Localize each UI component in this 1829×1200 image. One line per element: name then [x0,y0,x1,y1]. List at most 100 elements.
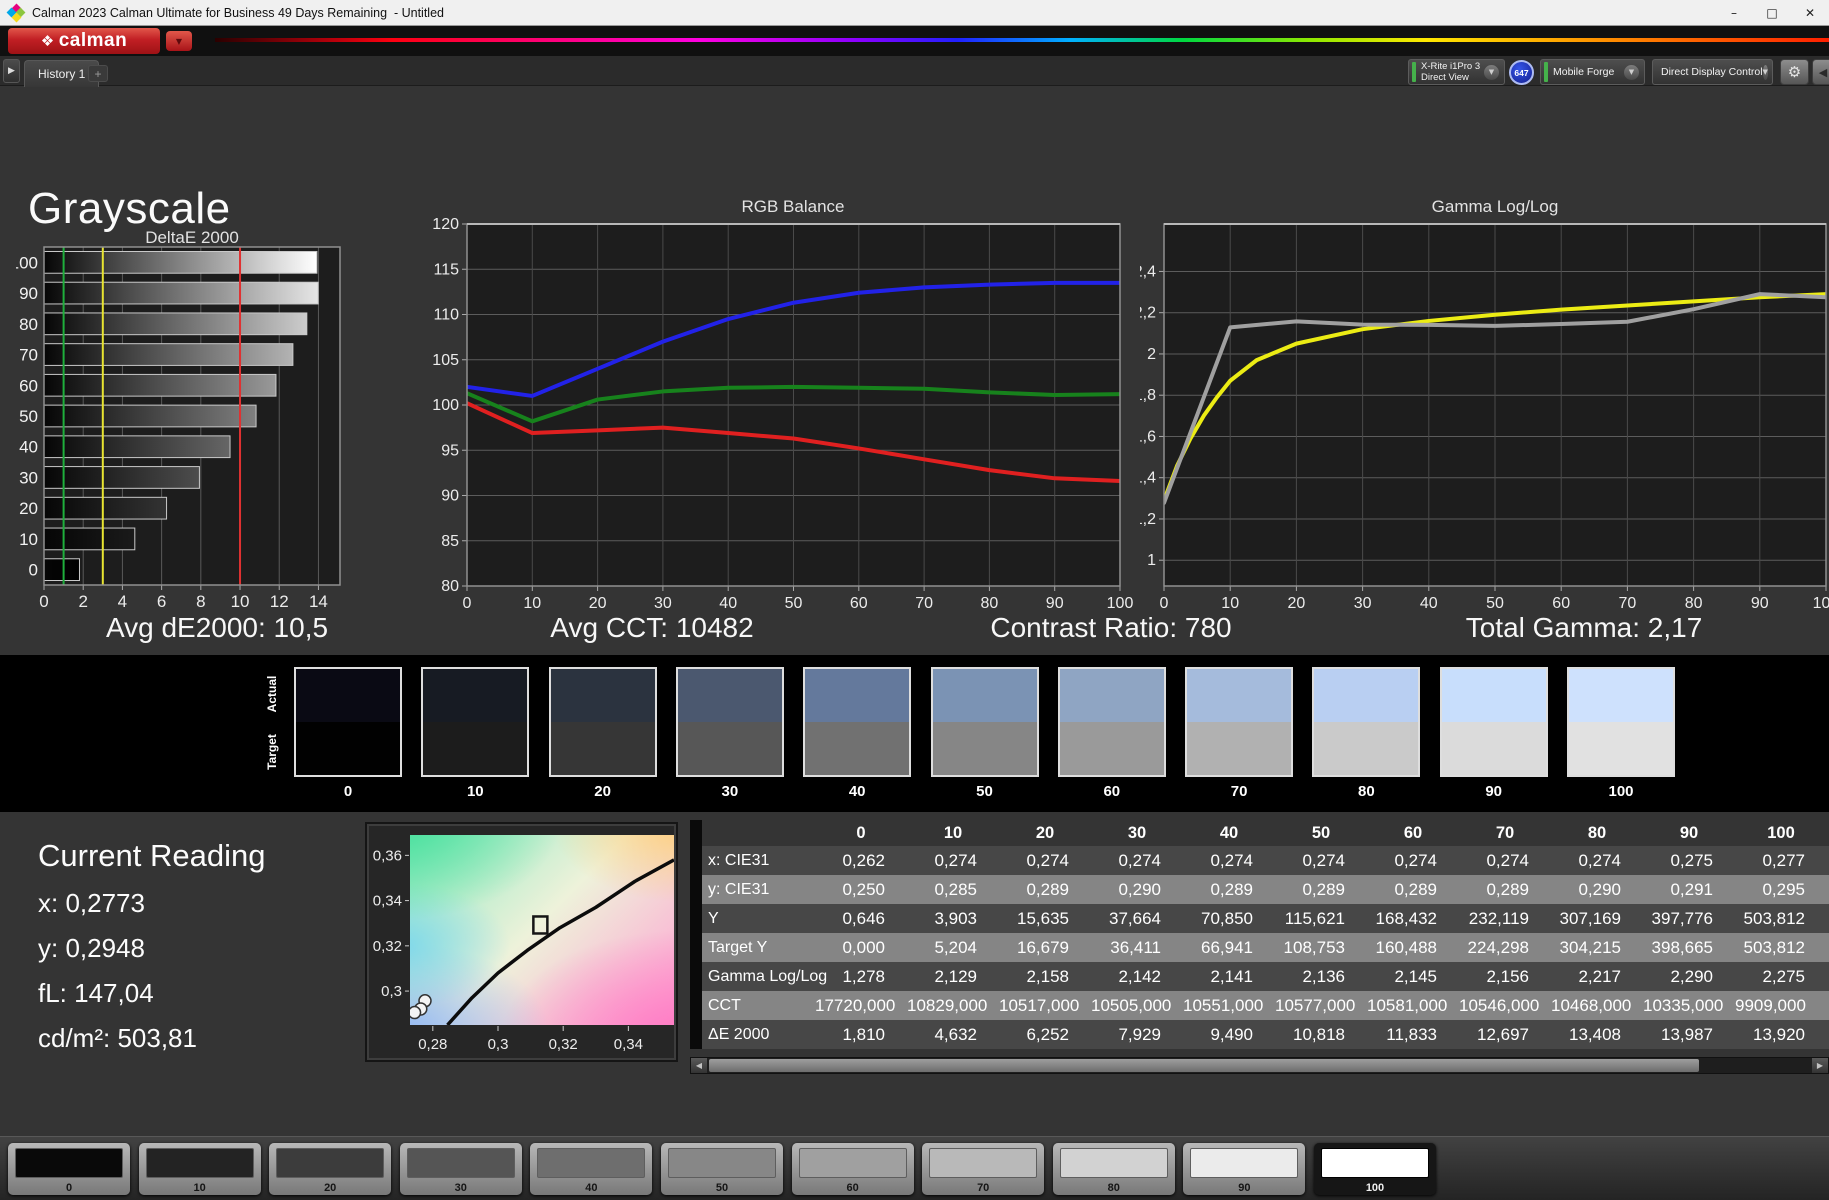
swatch-10 [421,667,530,777]
svg-text:4: 4 [118,592,127,611]
svg-text:50: 50 [1486,595,1504,612]
patch-label: 90 [1238,1182,1251,1194]
patch-button-90[interactable]: 90 [1183,1143,1306,1195]
patch-label: 50 [715,1182,729,1194]
patch-label: 80 [1107,1182,1120,1194]
swatch-70 [1185,667,1294,777]
table-cell: 0,262 [842,850,885,870]
scroll-right-button[interactable]: ▶ [1812,1058,1828,1073]
swatch-label: 0 [343,783,353,800]
scrollbar-thumb[interactable] [709,1059,1699,1072]
layout-expander-button[interactable]: ▶ [3,59,20,83]
source-dropdown-label: Mobile Forge [1553,66,1615,78]
svg-text:40: 40 [1420,595,1438,612]
table-cell: 232,119 [1468,908,1529,928]
patch-button-0[interactable]: 0 [8,1143,130,1195]
swatch-label: 40 [848,783,866,800]
table-scrollbar[interactable]: ◀ ▶ [690,1057,1829,1074]
swatch-actual [1441,669,1546,722]
swatch-90 [1439,667,1548,777]
table-cell: 2,141 [1210,966,1253,986]
table-row-label: Gamma Log/Log [708,967,828,985]
svg-text:80: 80 [19,315,38,334]
patch-button-30[interactable]: 30 [399,1143,522,1195]
swatch-label: 70 [1230,783,1248,800]
table-cell: 398,665 [1651,937,1713,957]
patch-button-60[interactable]: 60 [791,1143,914,1195]
svg-text:20: 20 [1288,595,1306,612]
scrollbar-track[interactable] [707,1058,1812,1073]
swatch-label: 30 [721,783,739,800]
swatch-actual [1187,669,1292,722]
svg-text:8: 8 [196,592,205,611]
swatch-30 [675,667,784,777]
stat-contrast-ratio: Contrast Ratio: 780 [990,612,1232,643]
source-status-bar [1544,62,1548,82]
svg-text:30: 30 [19,468,38,487]
table-cell: 11,833 [1386,1024,1437,1044]
table-cell: 160,488 [1375,937,1437,957]
table-cell: 10,818 [1293,1024,1345,1044]
svg-text:80: 80 [1685,595,1703,612]
stat-total-gamma: Total Gamma: 2,17 [1465,612,1703,643]
cie-chart-overlay: 0,3 0,32 0,34 0,36 0,28 0,3 0,32 0,34 [373,847,674,1053]
svg-text:2,4: 2,4 [1140,263,1156,280]
table-column-header: 50 [1311,823,1331,842]
swatch-target [1314,722,1419,775]
patch-swatch [929,1148,1038,1178]
svg-text:0,34: 0,34 [614,1036,643,1053]
patch-button-40[interactable]: 40 [530,1143,653,1195]
table-cell: 16,679 [1017,937,1069,957]
patch-swatch [145,1148,254,1178]
svg-text:30: 30 [654,595,672,612]
table-cell: 10581,000 [1367,995,1448,1015]
scroll-left-button[interactable]: ◀ [691,1058,707,1073]
patch-button-70[interactable]: 70 [922,1143,1045,1195]
spectrum-strip [215,38,1829,42]
table-cell: 70,850 [1201,908,1253,928]
calman-app-window: Calman 2023 Calman Ultimate for Business… [0,0,1829,1200]
svg-text:0,3: 0,3 [381,983,402,1000]
svg-text:20: 20 [19,499,38,518]
svg-text:10: 10 [523,595,541,612]
svg-text:70: 70 [19,346,38,365]
svg-text:90: 90 [1046,595,1064,612]
svg-text:0,3: 0,3 [488,1036,509,1053]
table-cell: 0,277 [1762,850,1805,870]
calman-app-icon [6,3,26,22]
table-column-header: 80 [1587,823,1607,842]
swatch-target [296,722,400,775]
table-cell: 9909,000 [1735,995,1806,1015]
svg-text:10: 10 [1221,595,1239,612]
calman-menu-arrow-button[interactable]: ▼ [166,31,192,51]
table-cell: 3,903 [934,908,977,928]
svg-text:60: 60 [850,595,868,612]
cie-chart-panel: 0,3 0,32 0,34 0,36 0,28 0,3 0,32 0,34 [365,822,678,1062]
add-tab-button[interactable]: + [88,65,108,82]
patch-button-20[interactable]: 20 [269,1143,392,1195]
minimize-button[interactable]: – [1715,0,1753,25]
display-control-dropdown[interactable]: Direct Display Control ▼ [1652,59,1773,85]
patch-swatch [276,1148,385,1178]
table-cell: 0,291 [1670,879,1713,899]
patch-button-10[interactable]: 10 [138,1143,261,1195]
close-button[interactable]: ✕ [1791,0,1829,25]
meter-dropdown[interactable]: X-Rite i1Pro 3 Direct View ▼ [1408,59,1505,85]
calman-menu-button[interactable]: ❖ calman [8,28,160,54]
table-row-label: CCT [708,996,741,1014]
table-cell: 2,129 [934,966,977,986]
table-cell: 0,289 [1486,879,1529,899]
patch-button-100[interactable]: 100 [1314,1143,1436,1195]
patch-swatch [668,1148,776,1178]
settings-gear-button[interactable]: ⚙ [1780,59,1809,85]
maximize-button[interactable]: □ [1753,0,1791,25]
patch-button-80[interactable]: 80 [1052,1143,1175,1195]
source-dropdown[interactable]: Mobile Forge ▼ [1540,59,1645,85]
table-cell: 0,274 [1118,850,1161,870]
svg-text:1: 1 [1147,552,1156,569]
table-cell: 0,274 [934,850,977,870]
swatch-target [677,722,782,775]
patch-button-50[interactable]: 50 [661,1143,783,1195]
table-row-label: Target Y [708,938,768,956]
collapse-panel-button[interactable]: ◀ [1812,59,1829,85]
